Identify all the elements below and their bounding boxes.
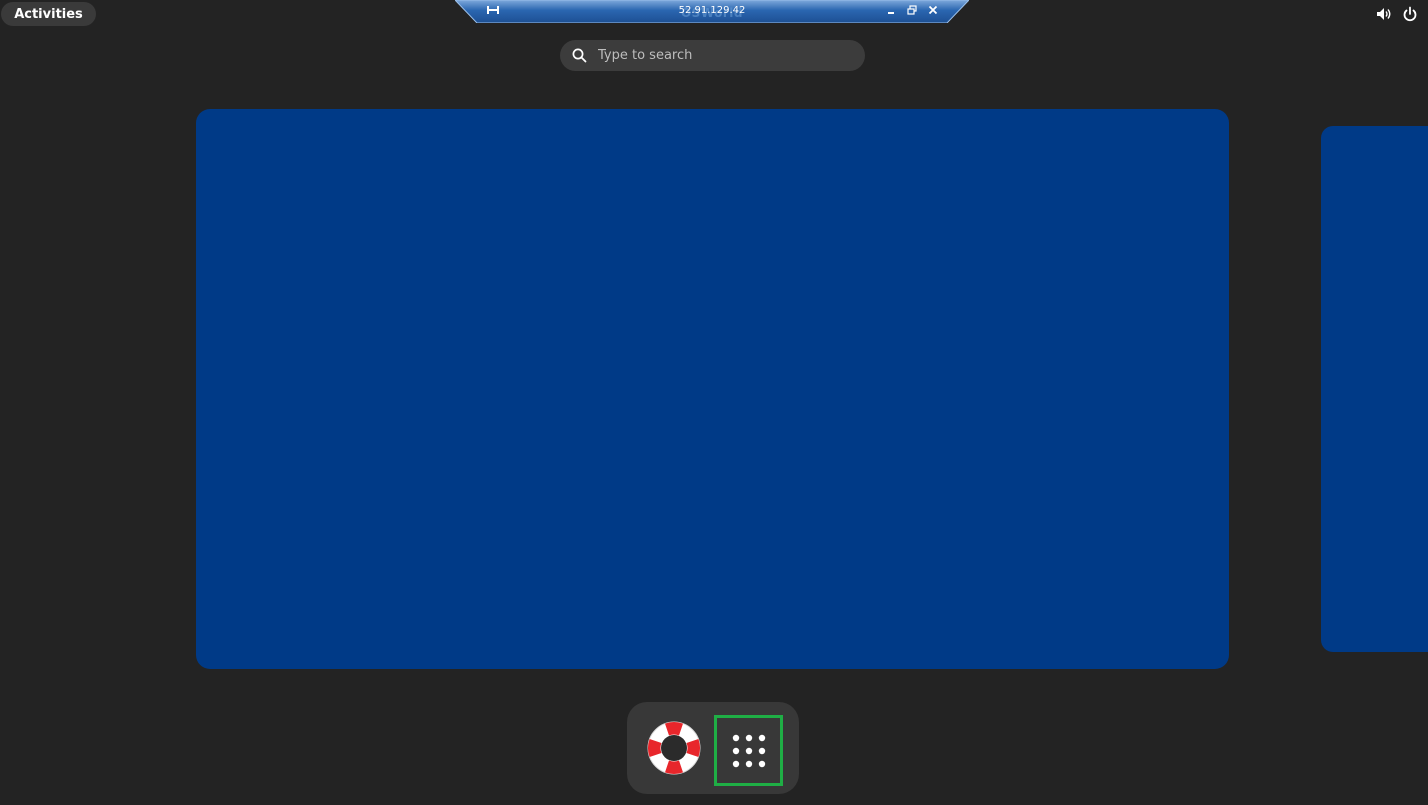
activities-button[interactable]: Activities <box>1 2 96 26</box>
dash <box>627 702 799 794</box>
pin-icon[interactable] <box>485 3 501 17</box>
desktop-overview: Activities OSWorld 52.91.129.42 <box>0 0 1428 805</box>
restore-icon[interactable] <box>905 3 919 17</box>
lifebuoy-icon <box>647 721 701 775</box>
power-icon[interactable] <box>1402 6 1418 22</box>
close-icon[interactable] <box>926 3 940 17</box>
minimize-icon[interactable] <box>884 3 898 17</box>
search-input[interactable] <box>598 40 853 71</box>
volume-icon[interactable] <box>1376 6 1392 22</box>
search-icon <box>572 48 587 63</box>
dash-item-help[interactable] <box>642 715 706 781</box>
remote-connection-bar[interactable]: OSWorld 52.91.129.42 <box>455 0 969 23</box>
app-grid-icon <box>732 734 765 767</box>
system-tray[interactable] <box>1376 3 1418 25</box>
show-applications-button[interactable] <box>714 715 783 786</box>
workspace-thumbnail-current[interactable] <box>196 109 1229 669</box>
search-box[interactable] <box>560 40 865 71</box>
workspace-thumbnail-next[interactable] <box>1321 126 1428 652</box>
